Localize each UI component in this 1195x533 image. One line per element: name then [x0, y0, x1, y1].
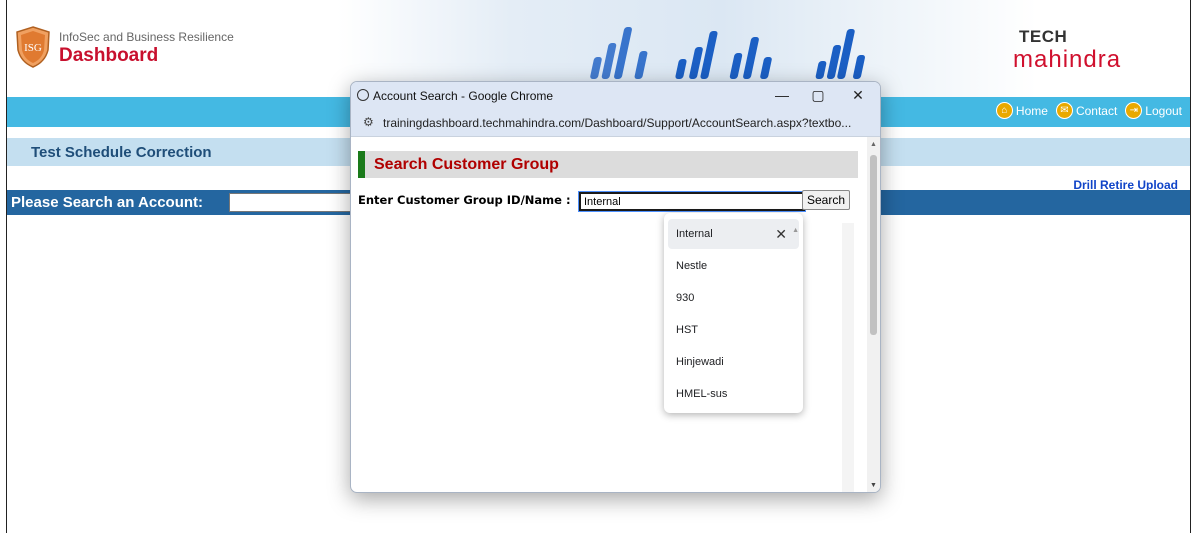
autocomplete-item[interactable]: HST: [668, 315, 799, 345]
customer-group-field-label: Enter Customer Group ID/Name :: [358, 193, 571, 207]
scrollbar-thumb[interactable]: [870, 155, 877, 335]
nav-logout-link[interactable]: ⇥ Logout: [1125, 102, 1182, 119]
nav-contact-link[interactable]: ✉ Contact: [1055, 102, 1118, 119]
site-settings-icon[interactable]: ⚙: [363, 115, 374, 129]
close-button[interactable]: ✕: [843, 85, 873, 105]
autocomplete-dropdown: Internal ✕ Nestle 930 HST Hinjewadi HMEL…: [664, 213, 803, 413]
autocomplete-item[interactable]: 930: [668, 283, 799, 313]
nav-logout-label: Logout: [1145, 103, 1182, 118]
popup-scrollbar[interactable]: ▲ ▼: [867, 137, 880, 492]
home-icon: ⌂: [995, 102, 1013, 119]
svg-text:ISG: ISG: [24, 42, 42, 54]
nav-links: ⌂ Home ✉ Contact ⇥ Logout: [995, 102, 1182, 119]
logo-subtitle: InfoSec and Business Resilience: [59, 30, 234, 44]
inner-scrollbar[interactable]: [842, 223, 854, 492]
scroll-up-icon[interactable]: ▲: [870, 141, 877, 148]
autocomplete-item[interactable]: Hinjewadi: [668, 347, 799, 377]
brand-logo-line2: mahindra: [1013, 46, 1122, 73]
autocomplete-item-label: Internal: [676, 228, 713, 240]
nav-home-link[interactable]: ⌂ Home: [995, 102, 1048, 119]
globe-icon: [357, 89, 369, 101]
remove-suggestion-icon[interactable]: ✕: [775, 219, 787, 249]
popup-window-title: Account Search - Google Chrome: [373, 89, 554, 103]
autocomplete-item[interactable]: Internal ✕: [668, 219, 799, 249]
autocomplete-item[interactable]: HMEL-sus: [668, 379, 799, 409]
logo-title: Dashboard: [59, 45, 159, 66]
section-title: Test Schedule Correction: [31, 144, 212, 161]
brand-logo-line1: TECH: [1019, 27, 1068, 46]
dropdown-scroll-up-icon[interactable]: ▲: [792, 227, 799, 234]
popup-url: trainingdashboard.techmahindra.com/Dashb…: [383, 116, 852, 130]
maximize-button[interactable]: ▢: [803, 85, 833, 105]
autocomplete-item[interactable]: Nestle: [668, 251, 799, 281]
nav-contact-label: Contact: [1075, 103, 1118, 118]
search-button[interactable]: Search: [802, 190, 850, 210]
nav-home-label: Home: [1015, 103, 1048, 118]
customer-group-input[interactable]: [578, 191, 806, 212]
popup-address-bar[interactable]: ⚙ trainingdashboard.techmahindra.com/Das…: [351, 109, 880, 137]
minimize-button[interactable]: —: [767, 85, 797, 105]
search-customer-group-header: Search Customer Group: [358, 151, 858, 178]
scroll-down-icon[interactable]: ▼: [870, 482, 877, 489]
logout-icon: ⇥: [1125, 102, 1143, 119]
search-customer-group-title: Search Customer Group: [374, 156, 559, 173]
popup-titlebar[interactable]: Account Search - Google Chrome — ▢ ✕: [351, 82, 880, 109]
mail-icon: ✉: [1055, 102, 1073, 119]
isg-shield-logo: ISG: [16, 26, 50, 68]
account-search-label: Please Search an Account:: [11, 194, 204, 211]
